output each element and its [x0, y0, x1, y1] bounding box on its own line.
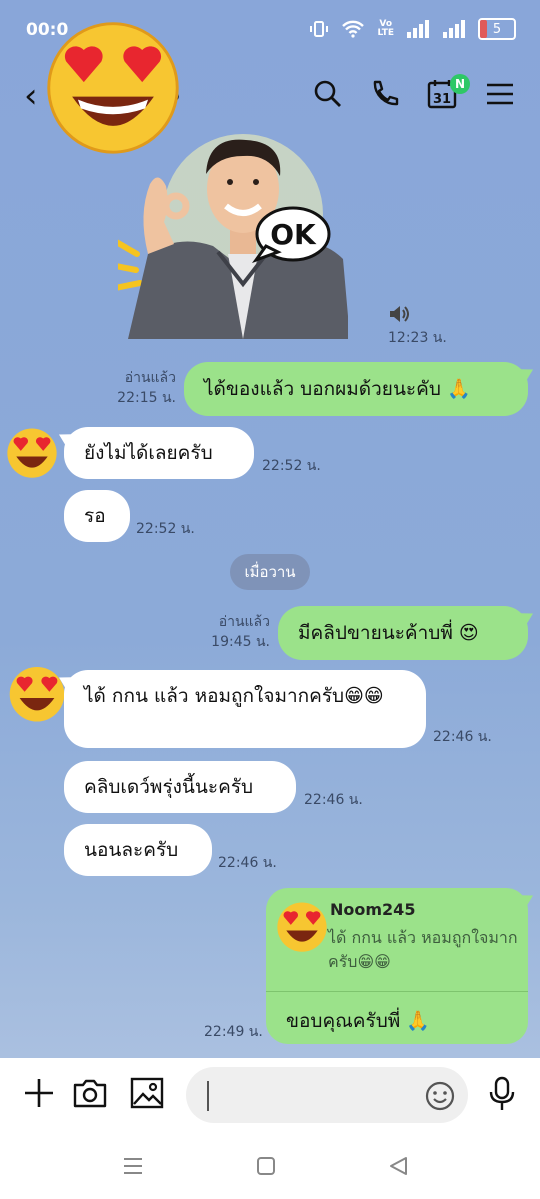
- message-bubble-incoming[interactable]: ยังไม่ได้เลยครับ: [64, 427, 254, 479]
- message-bubble-incoming[interactable]: คลิบเดว์พรุ่งนี้นะครับ: [64, 761, 296, 813]
- camera-icon[interactable]: [72, 1076, 108, 1110]
- calendar-badge: N: [450, 74, 470, 94]
- status-icons: Vo LTE 5: [309, 18, 516, 40]
- image-icon[interactable]: [130, 1076, 164, 1110]
- message-time: 22:52 น.: [136, 521, 195, 537]
- reply-quote-text[interactable]: ได้ กกน แล้ว หอมถูกใจมากครับ😁😁: [328, 926, 518, 974]
- volte-icon: Vo LTE: [377, 19, 394, 38]
- volume-icon[interactable]: [388, 304, 410, 324]
- wifi-icon: [342, 20, 365, 38]
- search-icon[interactable]: [312, 78, 344, 110]
- message-time: 22:46 น.: [304, 792, 363, 808]
- message-bubble-outgoing[interactable]: มีคลิปขายนะค้าบพี่ 😍: [278, 606, 528, 660]
- microphone-icon[interactable]: [488, 1076, 516, 1112]
- calendar-day: 31: [433, 92, 451, 107]
- signal-icon-2: [443, 20, 465, 38]
- phone-icon[interactable]: [368, 78, 400, 110]
- date-divider: เมื่อวาน: [230, 554, 310, 590]
- reply-sender-name: Noom245: [330, 900, 416, 919]
- battery-icon: 5: [478, 18, 516, 40]
- message-bubble-incoming[interactable]: ได้ กกน แล้ว หอมถูกใจมากครับ😁😁: [64, 670, 426, 748]
- back-nav-icon[interactable]: [388, 1156, 408, 1176]
- plus-icon[interactable]: [22, 1076, 56, 1110]
- message-bubble-incoming[interactable]: นอนละครับ: [64, 824, 212, 876]
- signal-icon: [407, 20, 429, 38]
- message-time: 22:52 น.: [262, 458, 321, 474]
- read-receipt: อ่านแล้ว 22:15 น.: [117, 370, 176, 406]
- message-bubble-incoming[interactable]: รอ: [64, 490, 130, 542]
- sender-avatar-emoji-icon[interactable]: [6, 662, 68, 724]
- input-bar: [0, 1058, 540, 1136]
- reply-divider: [266, 991, 528, 992]
- sender-avatar-emoji-icon[interactable]: [4, 424, 60, 480]
- reply-message-bubble[interactable]: Noom245 ได้ กกน แล้ว หอมถูกใจมากครับ😁😁 ข…: [266, 888, 528, 1044]
- message-time: 22:49 น.: [204, 1024, 263, 1040]
- reply-message-text: ขอบคุณครับพี่ 🙏: [286, 1010, 430, 1032]
- message-time: 22:46 น.: [433, 729, 492, 745]
- reply-avatar-emoji-icon: [277, 902, 327, 952]
- menu-icon[interactable]: [484, 78, 516, 110]
- sticker-speech: OK: [270, 218, 317, 251]
- ok-sticker-image[interactable]: OK: [118, 134, 348, 339]
- message-time: 22:46 น.: [218, 855, 277, 871]
- text-caret: [207, 1081, 209, 1111]
- system-navigation-bar: [0, 1136, 540, 1199]
- vibrate-icon: [310, 21, 329, 37]
- home-icon[interactable]: [256, 1156, 276, 1176]
- message-bubble-outgoing[interactable]: ได้ของแล้ว บอกผมด้วยนะคับ 🙏: [184, 362, 528, 416]
- message-time: 12:23 น.: [388, 330, 447, 346]
- emoji-icon[interactable]: [424, 1080, 456, 1112]
- read-receipt: อ่านแล้ว 19:45 น.: [211, 614, 270, 650]
- back-button[interactable]: ‹: [24, 76, 38, 116]
- recent-apps-icon[interactable]: [122, 1156, 144, 1176]
